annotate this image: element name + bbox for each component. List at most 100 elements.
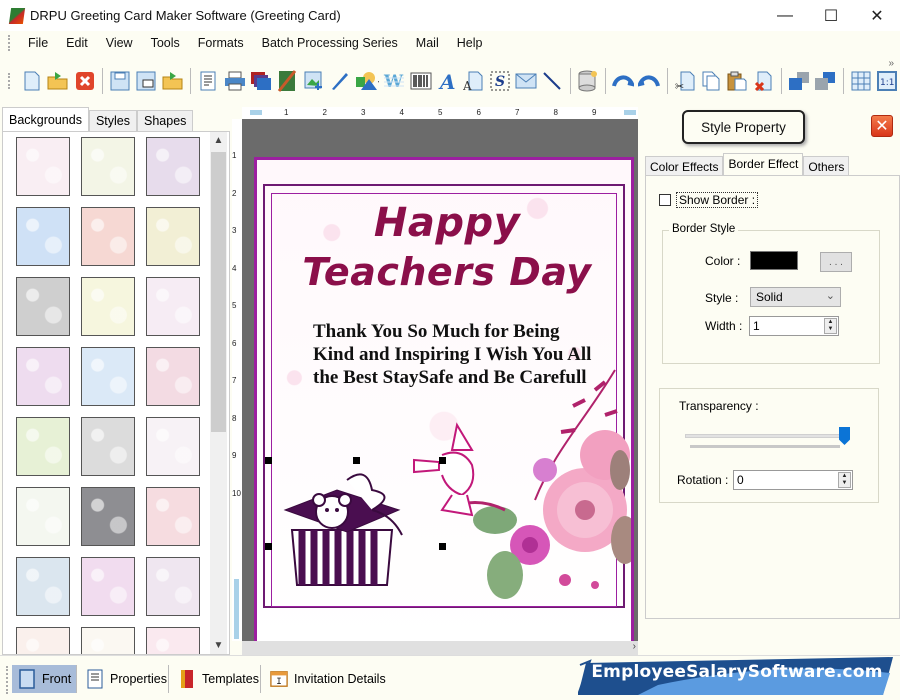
background-thumbnail-strawberries[interactable]: [81, 207, 135, 266]
selection-handle[interactable]: [265, 543, 272, 550]
background-thumbnail-snowflakes[interactable]: [81, 347, 135, 406]
line-icon[interactable]: [541, 69, 563, 93]
background-thumbnail-teddy[interactable]: [81, 627, 135, 654]
close-file-icon[interactable]: [74, 69, 96, 93]
background-thumbnail-lavender-flowers[interactable]: [146, 137, 200, 196]
grid-icon[interactable]: [850, 69, 872, 93]
stepper-buttons[interactable]: ▲ ▼: [838, 472, 851, 488]
tab-border-effect[interactable]: Border Effect: [723, 153, 804, 176]
text-style-icon[interactable]: A: [462, 69, 484, 93]
background-thumbnail-pink-bubbles[interactable]: [81, 557, 135, 616]
pencil-icon[interactable]: [329, 69, 351, 93]
stepper-down-icon[interactable]: ▼: [825, 326, 836, 333]
save-as-icon[interactable]: [135, 69, 157, 93]
insert-image-icon[interactable]: [302, 69, 324, 93]
background-thumbnail-pastel-doodles[interactable]: [16, 137, 70, 196]
properties-icon[interactable]: [197, 69, 219, 93]
background-thumbnail-flower-strip[interactable]: [81, 277, 135, 336]
transparency-slider-thumb[interactable]: [839, 427, 850, 445]
background-thumbnail-colorful-flowers[interactable]: [16, 347, 70, 406]
tab-styles[interactable]: Styles: [88, 110, 138, 131]
print-icon[interactable]: [223, 69, 245, 93]
tab-color-effects[interactable]: Color Effects: [645, 156, 724, 176]
background-thumbnail-clouds[interactable]: [16, 207, 70, 266]
background-thumbnail-bokeh-lights[interactable]: [81, 487, 135, 546]
menu-help[interactable]: Help: [448, 31, 492, 55]
background-thumbnail-circle-flowers[interactable]: [146, 347, 200, 406]
thumbnails-scrollbar[interactable]: ▲ ▼: [210, 132, 227, 654]
rotation-value[interactable]: 0: [737, 473, 744, 487]
background-thumbnail-green-hearts[interactable]: [16, 487, 70, 546]
selection-handle[interactable]: [265, 457, 272, 464]
new-icon[interactable]: [21, 69, 43, 93]
close-window-button[interactable]: ✕: [854, 0, 900, 31]
open-icon[interactable]: [47, 69, 69, 93]
image-crop-icon[interactable]: [276, 69, 298, 93]
undo-icon[interactable]: [612, 69, 635, 93]
background-thumbnail-gift-boxes[interactable]: [146, 277, 200, 336]
menu-mail[interactable]: Mail: [407, 31, 448, 55]
background-thumbnail-baby-items[interactable]: [81, 137, 135, 196]
barcode-icon[interactable]: [409, 69, 432, 93]
toolbar-overflow-icon[interactable]: »: [888, 58, 894, 69]
stepper-buttons[interactable]: ▲ ▼: [824, 318, 837, 334]
minimize-button[interactable]: —: [762, 0, 808, 31]
open-template-icon[interactable]: [162, 69, 184, 93]
paste-icon[interactable]: [726, 69, 748, 93]
copy-icon[interactable]: [700, 69, 722, 93]
rotation-stepper[interactable]: 0 ▲ ▼: [733, 470, 853, 490]
color-picker-button[interactable]: . . .: [820, 252, 852, 272]
text-icon[interactable]: A: [436, 69, 458, 93]
cut-icon[interactable]: ✂: [674, 69, 696, 93]
show-border-checkbox[interactable]: [659, 194, 671, 206]
selection-handle[interactable]: [439, 543, 446, 550]
tab-others[interactable]: Others: [803, 156, 850, 176]
trumpet-character-image[interactable]: [412, 420, 492, 520]
signature-icon[interactable]: S: [489, 69, 511, 93]
scroll-right-icon[interactable]: ›: [633, 641, 636, 652]
tab-invitation-details[interactable]: Invitation Details: [264, 665, 392, 693]
background-thumbnail-heart-silver[interactable]: [81, 417, 135, 476]
background-thumbnail-birthday-text[interactable]: [146, 417, 200, 476]
close-panel-icon[interactable]: ✕: [871, 115, 893, 137]
greeting-card[interactable]: Happy Teachers Day Thank You So Much for…: [254, 157, 634, 647]
canvas-horizontal-scrollbar[interactable]: ›: [242, 641, 638, 655]
tab-backgrounds[interactable]: Backgrounds: [2, 107, 89, 131]
tab-templates[interactable]: Templates: [172, 665, 265, 693]
border-color-swatch[interactable]: [750, 251, 798, 270]
database-icon[interactable]: [577, 69, 599, 93]
show-border-label[interactable]: Show Border :: [676, 192, 759, 208]
stepper-up-icon[interactable]: ▲: [839, 473, 850, 480]
shapes-icon[interactable]: [355, 69, 380, 93]
maximize-button[interactable]: ☐: [808, 0, 854, 31]
card-title-line2[interactable]: Teachers Day: [257, 250, 631, 294]
menu-tools[interactable]: Tools: [142, 31, 189, 55]
stepper-up-icon[interactable]: ▲: [825, 319, 836, 326]
background-thumbnail-pink-pattern[interactable]: [146, 627, 200, 654]
background-thumbnail-butterflies[interactable]: [146, 557, 200, 616]
delete-icon[interactable]: [753, 69, 775, 93]
word-art-icon[interactable]: W: [383, 69, 405, 93]
gift-box-teddy-image[interactable]: [277, 460, 407, 590]
menu-file[interactable]: File: [19, 31, 57, 55]
bring-to-front-icon[interactable]: [788, 69, 810, 93]
border-width-stepper[interactable]: 1 ▲ ▼: [749, 316, 839, 336]
background-thumbnail-leaves[interactable]: [146, 207, 200, 266]
stepper-down-icon[interactable]: ▼: [839, 480, 850, 487]
background-thumbnail-stripes[interactable]: [16, 627, 70, 654]
background-thumbnail-christmas-trees[interactable]: [16, 417, 70, 476]
actual-size-icon[interactable]: 1:1: [876, 69, 898, 93]
selection-handle[interactable]: [439, 457, 446, 464]
tab-properties[interactable]: Properties: [80, 665, 173, 693]
scroll-up-icon[interactable]: ▲: [210, 132, 227, 149]
border-style-select[interactable]: Solid ⌄: [750, 287, 841, 307]
card-title-line1[interactable]: Happy: [257, 200, 631, 246]
transparency-slider-track[interactable]: [685, 434, 845, 438]
tab-front[interactable]: Front: [12, 665, 78, 693]
save-icon[interactable]: [109, 69, 131, 93]
scrollbar-thumb[interactable]: [211, 152, 226, 432]
selection-handle[interactable]: [353, 457, 360, 464]
scroll-down-icon[interactable]: ▼: [210, 637, 227, 654]
menu-formats[interactable]: Formats: [189, 31, 253, 55]
background-icon[interactable]: [250, 69, 272, 93]
